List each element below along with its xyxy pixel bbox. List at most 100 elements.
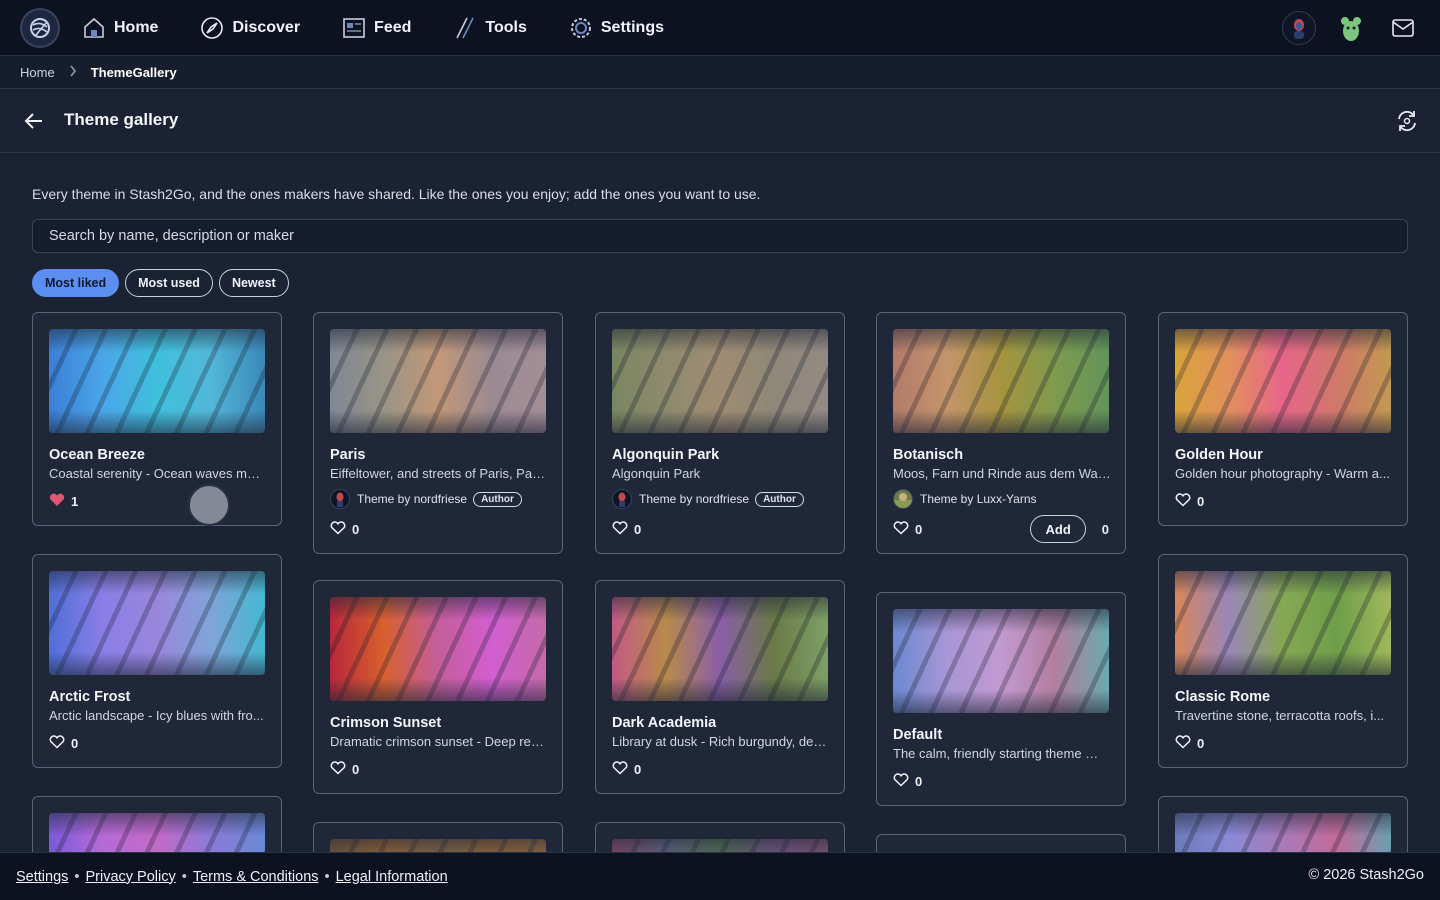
nav-settings[interactable]: Settings <box>569 0 682 56</box>
footer-link-legal[interactable]: Legal Information <box>336 869 448 885</box>
user-avatar-icon <box>1294 19 1304 39</box>
footer-separator: • <box>324 868 330 885</box>
footer: Settings • Privacy Policy • Terms & Cond… <box>0 852 1440 900</box>
theme-card-arctic-frost[interactable]: Arctic Frost Arctic landscape - Icy blue… <box>32 554 282 768</box>
add-theme-button[interactable]: Add <box>1030 515 1086 543</box>
card-description: The calm, friendly starting theme — ... <box>893 746 1111 761</box>
tools-icon <box>456 17 475 39</box>
user-avatar[interactable] <box>1282 11 1316 45</box>
nav-discover[interactable]: Discover <box>200 0 318 56</box>
intro-text: Every theme in Stash2Go, and the ones ma… <box>32 186 761 202</box>
nav-tools-label: Tools <box>485 19 527 36</box>
like-count: 0 <box>915 521 923 537</box>
heart-outline-icon <box>893 520 909 535</box>
like-button[interactable] <box>1175 492 1197 510</box>
like-button[interactable] <box>1175 734 1197 752</box>
theme-card-default[interactable]: Default The calm, friendly starting them… <box>876 592 1126 806</box>
like-button[interactable] <box>330 520 352 538</box>
theme-card-partial[interactable] <box>876 834 1126 852</box>
maker-name[interactable]: Luxx-Yarns <box>977 492 1037 506</box>
card-description: Algonquin Park <box>612 466 701 481</box>
sort-newest[interactable]: Newest <box>218 269 289 297</box>
like-count: 0 <box>71 735 79 751</box>
footer-link-settings[interactable]: Settings <box>16 869 68 885</box>
like-count: 0 <box>1197 493 1205 509</box>
theme-card-botanisch[interactable]: Botanisch Moos, Farn und Rinde aus dem W… <box>876 312 1126 554</box>
maker-avatar[interactable] <box>893 489 913 509</box>
like-button[interactable] <box>893 520 915 538</box>
heart-outline-icon <box>49 734 65 749</box>
maker-row: Theme by Luxx-Yarns <box>893 489 1109 509</box>
theme-card-dark-academia[interactable]: Dark Academia Library at dusk - Rich bur… <box>595 580 845 794</box>
card-title: Crimson Sunset <box>330 715 442 731</box>
maker-name[interactable]: nordfriese <box>414 492 467 506</box>
theme-by-label: Theme by <box>357 492 411 506</box>
heart-outline-icon <box>612 760 628 775</box>
settings-icon <box>570 18 591 38</box>
theme-card-algonquin-park[interactable]: Algonquin Park Algonquin Park Theme by n… <box>595 312 845 554</box>
maker-row: Theme by nordfriese Author <box>330 489 546 509</box>
theme-card-crimson-sunset[interactable]: Crimson Sunset Dramatic crimson sunset -… <box>313 580 563 794</box>
theme-preview <box>893 609 1109 713</box>
like-count: 0 <box>352 521 360 537</box>
like-count: 0 <box>1197 735 1205 751</box>
nav-home-label: Home <box>114 19 159 36</box>
theme-preview <box>49 329 265 433</box>
heart-outline-icon <box>612 520 628 535</box>
sort-options: Most liked Most used Newest <box>32 269 289 297</box>
arrow-left-icon <box>24 113 42 129</box>
home-icon <box>84 17 104 38</box>
like-button[interactable] <box>612 760 634 778</box>
footer-link-privacy[interactable]: Privacy Policy <box>85 869 175 885</box>
nav-home[interactable]: Home <box>82 0 176 56</box>
maker-avatar[interactable] <box>330 489 350 509</box>
maker-row: Theme by nordfriese Author <box>612 489 828 509</box>
mascot-button[interactable] <box>1334 11 1368 45</box>
theme-card-classic-rome[interactable]: Classic Rome Travertine stone, terracott… <box>1158 554 1408 768</box>
card-title: Ocean Breeze <box>49 447 145 463</box>
sort-most-used[interactable]: Most used <box>125 269 213 297</box>
breadcrumb-home[interactable]: Home <box>20 65 55 80</box>
theme-preview <box>1175 329 1391 433</box>
theme-card-partial[interactable] <box>32 796 282 852</box>
maker-avatar[interactable] <box>612 489 632 509</box>
like-button[interactable] <box>330 760 352 778</box>
theme-preview <box>893 329 1109 433</box>
theme-card-partial[interactable] <box>1158 796 1408 852</box>
theme-card-partial[interactable] <box>595 822 845 852</box>
theme-card-ocean-breeze[interactable]: Ocean Breeze Coastal serenity - Ocean wa… <box>32 312 282 526</box>
card-description: Travertine stone, terracotta roofs, i... <box>1175 708 1385 723</box>
like-count: 0 <box>634 761 642 777</box>
search-input[interactable] <box>32 219 1408 253</box>
page-header: Theme gallery <box>0 89 1440 153</box>
breadcrumb-current: ThemeGallery <box>90 64 177 80</box>
sort-most-liked[interactable]: Most liked <box>32 269 120 297</box>
theme-preview <box>1175 813 1391 852</box>
like-button[interactable] <box>893 772 915 790</box>
mail-icon <box>1392 19 1414 37</box>
top-navigation: Home Discover Feed Tools Settings <box>0 0 1440 56</box>
footer-link-terms[interactable]: Terms & Conditions <box>193 869 319 885</box>
like-button[interactable] <box>49 734 71 752</box>
nav-feed[interactable]: Feed <box>342 0 429 56</box>
maker-name[interactable]: nordfriese <box>696 492 749 506</box>
card-title: Algonquin Park <box>612 447 720 463</box>
mascot-icon <box>1341 17 1361 41</box>
refresh-button[interactable] <box>1394 108 1420 134</box>
card-description: Eiffeltower, and streets of Paris, Pari.… <box>330 466 548 481</box>
use-count: 0 <box>1101 521 1109 537</box>
author-badge: Author <box>755 491 804 507</box>
back-button[interactable] <box>22 109 46 133</box>
author-badge: Author <box>473 491 522 507</box>
messages-button[interactable] <box>1386 11 1420 45</box>
nav-tools[interactable]: Tools <box>453 0 544 56</box>
theme-card-paris[interactable]: Paris Eiffeltower, and streets of Paris,… <box>313 312 563 554</box>
app-logo[interactable] <box>20 8 60 48</box>
card-title: Default <box>893 727 943 743</box>
like-button[interactable] <box>49 493 71 510</box>
card-title: Classic Rome <box>1175 689 1271 705</box>
theme-card-partial[interactable] <box>313 822 563 852</box>
theme-card-golden-hour[interactable]: Golden Hour Golden hour photography - Wa… <box>1158 312 1408 526</box>
heart-outline-icon <box>330 520 346 535</box>
like-button[interactable] <box>612 520 634 538</box>
